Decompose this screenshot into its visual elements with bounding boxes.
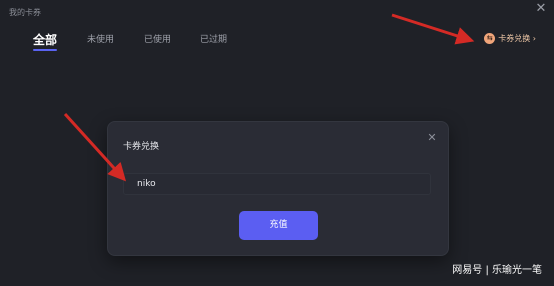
- watermark: 网易号 | 乐瑜光一笔: [452, 265, 542, 276]
- page: 我的卡券 ✕ 全部 未使用 已使用 已过期 ⇆ 卡券兑换 › 卡券兑换 ✕ 充值…: [0, 0, 554, 286]
- window-title: 我的卡券: [9, 8, 41, 17]
- redeem-dialog: 卡券兑换 ✕ 充值: [107, 121, 449, 256]
- active-tab-indicator: [33, 49, 57, 51]
- close-icon[interactable]: ✕: [426, 132, 438, 144]
- tab-expired[interactable]: 已过期: [200, 32, 227, 45]
- redeem-card-label: 卡券兑换 ›: [498, 34, 536, 43]
- arrow-to-redeem-link: [391, 13, 475, 45]
- close-icon[interactable]: ✕: [534, 2, 548, 16]
- tab-unused[interactable]: 未使用: [87, 32, 114, 45]
- dialog-title: 卡券兑换: [123, 142, 160, 152]
- recharge-button[interactable]: 充值: [239, 211, 318, 240]
- tab-used[interactable]: 已使用: [144, 32, 171, 45]
- exchange-icon: ⇆: [484, 33, 496, 44]
- tab-all[interactable]: 全部: [33, 31, 57, 48]
- redeem-code-input[interactable]: [123, 173, 431, 195]
- redeem-card-link[interactable]: ⇆ 卡券兑换 ›: [484, 33, 536, 44]
